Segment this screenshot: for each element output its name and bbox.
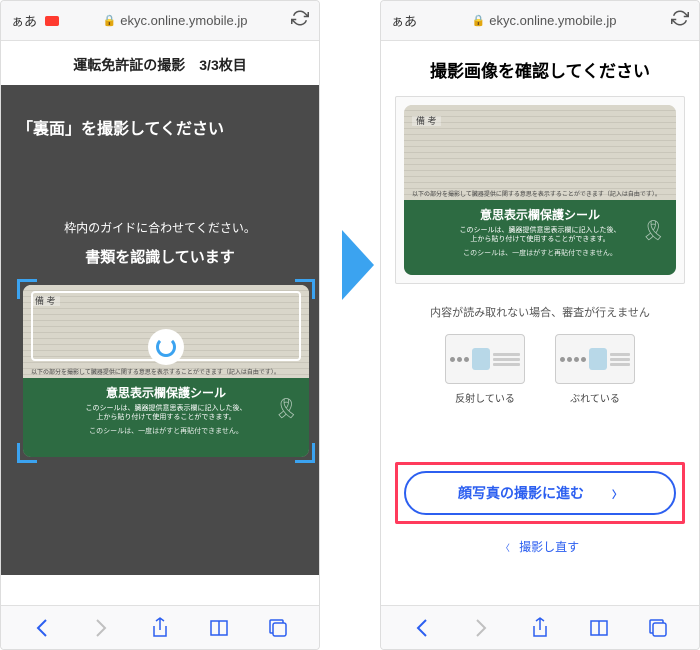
content-area: 撮影画像を確認してください 備 考 以下の部分を撮影して臓器提供に関する意思を表… bbox=[381, 41, 699, 605]
recording-icon bbox=[45, 16, 59, 26]
url-box[interactable]: 🔒 ekyc.online.ymobile.jp bbox=[425, 13, 663, 28]
share-icon[interactable] bbox=[148, 617, 172, 639]
example-label: 反射している bbox=[445, 390, 525, 405]
warning-text: 内容が読み取れない場合、審査が行えません bbox=[395, 304, 685, 320]
card-small-text: 以下の部分を撮影して臓器提供に関する意思を表示することができます（記入は自由です… bbox=[412, 189, 668, 198]
browser-toolbar bbox=[1, 605, 319, 649]
face-icon bbox=[472, 348, 490, 370]
lock-icon: 🔒 bbox=[472, 14, 486, 27]
face-icon bbox=[589, 348, 607, 370]
url-text: ekyc.online.ymobile.jp bbox=[489, 13, 616, 28]
tabs-icon[interactable] bbox=[646, 618, 670, 638]
spinner-icon bbox=[148, 329, 184, 365]
back-icon[interactable] bbox=[30, 618, 54, 638]
seal-footer: このシールは、一度はがすと再貼付できません。 bbox=[412, 248, 668, 258]
example-blur: ぶれている bbox=[555, 334, 635, 405]
share-icon[interactable] bbox=[528, 617, 552, 639]
phone-left: ぁあ 🔒 ekyc.online.ymobile.jp 運転免許証の撮影 3/3… bbox=[0, 0, 320, 650]
refresh-icon[interactable] bbox=[671, 9, 689, 32]
instruction-sub: 枠内のガイドに合わせてください。 bbox=[17, 219, 303, 236]
status-text: 書類を認識しています bbox=[17, 246, 303, 267]
browser-toolbar bbox=[381, 605, 699, 649]
seal-text: 上から貼り付けて使用することができます。 bbox=[31, 413, 301, 422]
button-area: 顔写真の撮影に進む 〉 〈 撮影し直す bbox=[395, 462, 685, 555]
example-label: ぶれている bbox=[555, 390, 635, 405]
seal-title: 意思表示欄保護シール bbox=[31, 384, 301, 401]
browser-bar: ぁあ 🔒 ekyc.online.ymobile.jp bbox=[381, 1, 699, 41]
chevron-left-icon: 〈 bbox=[501, 543, 510, 553]
seal-footer: このシールは、一度はがすと再貼付できません。 bbox=[31, 426, 301, 436]
page-title: 撮影画像を確認してください bbox=[395, 41, 685, 96]
arrow-icon bbox=[342, 230, 374, 300]
phone-right: ぁあ 🔒 ekyc.online.ymobile.jp 撮影画像を確認してくださ… bbox=[380, 0, 700, 650]
forward-icon[interactable] bbox=[89, 618, 113, 638]
seal-text: このシールは、臓器提供意思表示欄に記入した後、 bbox=[31, 404, 301, 413]
retake-label: 撮影し直す bbox=[519, 540, 579, 554]
proceed-button[interactable]: 顔写真の撮影に進む 〉 bbox=[404, 471, 676, 515]
bookmarks-icon[interactable] bbox=[587, 619, 611, 637]
seal-text: 上から貼り付けて使用することができます。 bbox=[412, 235, 668, 244]
seal-text: このシールは、臓器提供意思表示欄に記入した後、 bbox=[412, 226, 668, 235]
browser-bar: ぁあ 🔒 ekyc.online.ymobile.jp bbox=[1, 1, 319, 41]
examples-row: 反射している ぶれている bbox=[395, 334, 685, 405]
retake-link[interactable]: 〈 撮影し直す bbox=[395, 538, 685, 555]
url-text: ekyc.online.ymobile.jp bbox=[120, 13, 247, 28]
preview-box: 備 考 以下の部分を撮影して臓器提供に関する意思を表示することができます（記入は… bbox=[395, 96, 685, 284]
text-size-control[interactable]: ぁあ bbox=[391, 11, 417, 30]
content-area: 運転免許証の撮影 3/3枚目 「裏面」を撮影してください 枠内のガイドに合わせて… bbox=[1, 41, 319, 605]
ribbon-icon: 🎗 bbox=[641, 218, 666, 243]
card-label: 備 考 bbox=[412, 116, 441, 126]
button-label: 顔写真の撮影に進む bbox=[458, 483, 584, 503]
text-size-control[interactable]: ぁあ bbox=[11, 11, 37, 30]
example-reflection: 反射している bbox=[445, 334, 525, 405]
highlight-box: 顔写真の撮影に進む 〉 bbox=[395, 462, 685, 524]
seal-title: 意思表示欄保護シール bbox=[412, 206, 668, 223]
instruction-main: 「裏面」を撮影してください bbox=[17, 115, 303, 139]
card-small-text: 以下の部分を撮影して臓器提供に関する意思を表示することができます（記入は自由です… bbox=[31, 367, 301, 376]
lock-icon: 🔒 bbox=[103, 14, 117, 27]
preview-card: 備 考 以下の部分を撮影して臓器提供に関する意思を表示することができます（記入は… bbox=[404, 105, 676, 275]
page-title: 運転免許証の撮影 3/3枚目 bbox=[1, 41, 319, 85]
chevron-right-icon: 〉 bbox=[612, 486, 622, 501]
url-box[interactable]: 🔒 ekyc.online.ymobile.jp bbox=[67, 13, 283, 28]
capture-frame: 備 考 以下の部分を撮影して臓器提供に関する意思を表示することができます（記入は… bbox=[17, 279, 315, 463]
forward-icon[interactable] bbox=[469, 618, 493, 638]
refresh-icon[interactable] bbox=[291, 9, 309, 32]
tabs-icon[interactable] bbox=[266, 618, 290, 638]
camera-area: 「裏面」を撮影してください 枠内のガイドに合わせてください。 書類を認識していま… bbox=[1, 85, 319, 575]
back-icon[interactable] bbox=[410, 618, 434, 638]
ribbon-icon: 🎗 bbox=[274, 396, 299, 421]
bookmarks-icon[interactable] bbox=[207, 619, 231, 637]
